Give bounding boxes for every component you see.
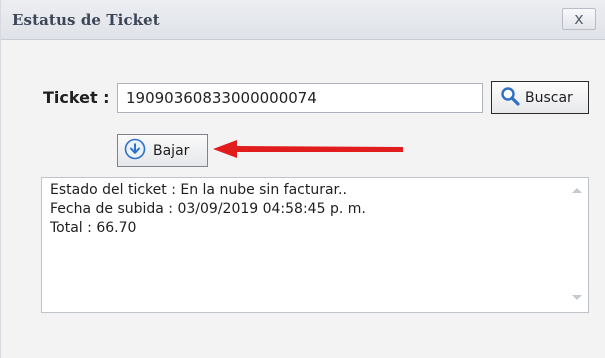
- status-line-total: Total : 66.70: [50, 220, 137, 236]
- status-line-estado: Estado del ticket : En la nube sin factu…: [50, 182, 347, 198]
- search-icon: [500, 86, 520, 110]
- status-window: Estatus de Ticket x Ticket : 19090360833…: [0, 0, 605, 358]
- vertical-scrollbar[interactable]: [566, 178, 588, 312]
- ticket-label: Ticket :: [43, 88, 110, 107]
- status-line-fecha: Fecha de subida : 03/09/2019 04:58:45 p.…: [50, 201, 366, 217]
- download-circle-icon: [124, 138, 146, 164]
- ticket-input[interactable]: 19090360833000000074: [117, 83, 483, 113]
- scroll-up-arrow-icon[interactable]: [572, 188, 582, 193]
- window-title: Estatus de Ticket: [12, 11, 160, 29]
- status-textarea[interactable]: Estado del ticket : En la nube sin factu…: [41, 177, 589, 313]
- buscar-button[interactable]: Buscar: [491, 81, 589, 114]
- title-bar: Estatus de Ticket x: [1, 0, 605, 40]
- scroll-down-arrow-icon[interactable]: [572, 295, 582, 300]
- bajar-label: Bajar: [153, 142, 190, 159]
- close-button[interactable]: x: [562, 8, 596, 30]
- buscar-label: Buscar: [525, 89, 573, 106]
- bajar-button[interactable]: Bajar: [117, 134, 208, 167]
- close-icon: x: [574, 9, 584, 28]
- red-arrow-icon: [207, 135, 407, 167]
